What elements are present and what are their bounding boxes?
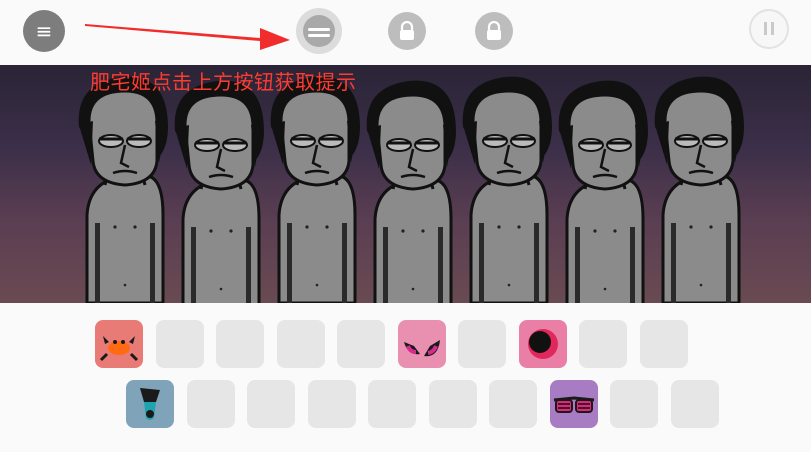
horns-icon: [403, 340, 440, 357]
empty-slot: [489, 380, 537, 428]
empty-slot: [276, 320, 325, 368]
locked-bonus-button-2[interactable]: [475, 12, 513, 50]
empty-slot: [337, 320, 385, 368]
menu-button[interactable]: ≡: [23, 10, 65, 52]
hint-button[interactable]: [296, 8, 342, 54]
empty-slot: [186, 380, 235, 428]
empty-slot: [247, 380, 295, 428]
hint-disc-icon: [303, 15, 335, 47]
cup-icon: [140, 388, 160, 420]
dot-icon: [527, 329, 558, 359]
top-toolbar: ≡: [0, 0, 811, 65]
lock-icon: [487, 21, 501, 40]
crab-icon: [99, 336, 139, 362]
character-2[interactable]: [174, 80, 264, 303]
character-stage: [0, 65, 811, 303]
empty-slot: [639, 320, 688, 368]
sound-icon-dot[interactable]: [518, 320, 567, 368]
empty-slot: [670, 380, 719, 428]
empty-slot: [579, 320, 627, 368]
character-6[interactable]: [558, 80, 648, 303]
pause-icon: [762, 20, 776, 39]
glasses-icon: [553, 396, 594, 413]
hint-text: 肥宅姬点击上方按钮获取提示: [90, 70, 357, 94]
red-arrow-icon: [85, 24, 290, 50]
character-3[interactable]: [270, 76, 360, 303]
empty-slot: [610, 380, 658, 428]
pause-button[interactable]: [749, 9, 789, 49]
empty-slot: [216, 320, 264, 368]
lock-icon: [400, 21, 414, 40]
sound-icon-cup[interactable]: [126, 380, 174, 428]
empty-slot: [307, 380, 356, 428]
character-1[interactable]: [78, 76, 168, 303]
character-4[interactable]: [366, 80, 456, 303]
menu-icon: ≡: [35, 19, 53, 43]
characters-layer: [78, 76, 744, 303]
sound-icon-horns[interactable]: [397, 320, 446, 368]
character-7[interactable]: [654, 76, 744, 303]
sound-icon-crab[interactable]: [95, 320, 143, 368]
sound-icon-glasses[interactable]: [549, 380, 598, 428]
sound-icon-tray: [0, 303, 811, 452]
empty-slot: [458, 320, 506, 368]
locked-bonus-button-1[interactable]: [388, 12, 426, 50]
empty-slot: [428, 380, 477, 428]
empty-slot: [155, 320, 204, 368]
character-5[interactable]: [462, 76, 552, 303]
empty-slot: [368, 380, 416, 428]
